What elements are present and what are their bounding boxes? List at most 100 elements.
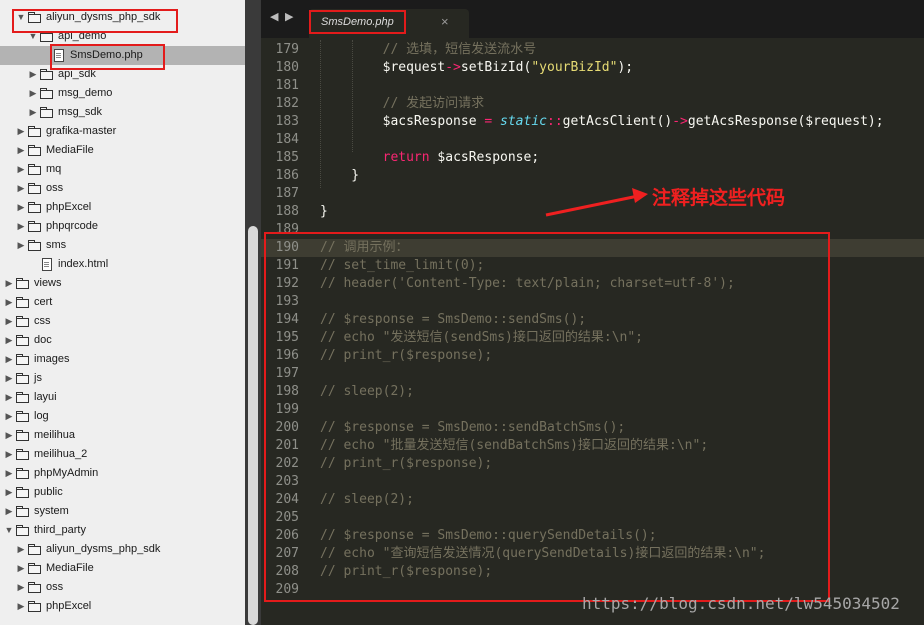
file-tree-folder[interactable]: ▶ log: [0, 407, 245, 426]
chevron-right-icon[interactable]: ▶: [16, 578, 26, 597]
chevron-down-icon[interactable]: ▼: [4, 521, 14, 540]
chevron-right-icon[interactable]: ▶: [16, 597, 26, 616]
chevron-right-icon[interactable]: ▶: [16, 198, 26, 217]
file-tree-label: cert: [34, 296, 53, 308]
file-tree-label: MediaFile: [46, 562, 94, 574]
file-tree-folder[interactable]: ▶ doc: [0, 331, 245, 350]
folder-icon: [16, 487, 29, 498]
chevron-right-icon[interactable]: ▶: [4, 464, 14, 483]
chevron-right-icon[interactable]: ▶: [4, 293, 14, 312]
file-tree-folder[interactable]: ▶ oss: [0, 578, 245, 597]
chevron-right-icon[interactable]: ▶: [16, 540, 26, 559]
file-tree-folder[interactable]: ▶ phpMyAdmin: [0, 464, 245, 483]
chevron-right-icon[interactable]: ▶: [4, 426, 14, 445]
folder-icon: [40, 69, 53, 80]
code-line[interactable]: 186 }: [261, 167, 924, 185]
folder-icon: [28, 240, 41, 251]
file-tree-folder[interactable]: ▶ cert: [0, 293, 245, 312]
file-tree-label: phpExcel: [46, 600, 92, 612]
chevron-right-icon[interactable]: ▶: [28, 103, 38, 122]
file-tree-label: msg_sdk: [58, 106, 103, 118]
folder-open-icon: [16, 525, 29, 536]
indent-guide: [320, 40, 321, 188]
chevron-right-icon[interactable]: ▶: [4, 388, 14, 407]
chevron-right-icon[interactable]: ▶: [16, 122, 26, 141]
chevron-right-icon[interactable]: ▶: [4, 312, 14, 331]
file-tree-folder[interactable]: ▶ meilihua_2: [0, 445, 245, 464]
file-tree-folder[interactable]: ▶ aliyun_dysms_php_sdk: [0, 540, 245, 559]
file-tree-label: aliyun_dysms_php_sdk: [46, 543, 161, 555]
file-tree-folder[interactable]: ▶ public: [0, 483, 245, 502]
file-tree-folder[interactable]: ▶ system: [0, 502, 245, 521]
file-tree-file[interactable]: index.html: [0, 255, 245, 274]
folder-icon: [16, 392, 29, 403]
file-tree-folder[interactable]: ▶ MediaFile: [0, 141, 245, 160]
file-tree-folder[interactable]: ▼ third_party: [0, 521, 245, 540]
file-tree-label: meilihua: [34, 429, 75, 441]
chevron-right-icon[interactable]: ▶: [28, 84, 38, 103]
file-tree-label: grafika-master: [46, 125, 117, 137]
file-tree-folder[interactable]: ▶ msg_demo: [0, 84, 245, 103]
folder-icon: [28, 601, 41, 612]
folder-icon: [16, 430, 29, 441]
file-tree-label: meilihua_2: [34, 448, 88, 460]
file-tree-folder[interactable]: ▶ meilihua: [0, 426, 245, 445]
chevron-right-icon[interactable]: ▶: [4, 445, 14, 464]
file-tree-folder[interactable]: ▶ grafika-master: [0, 122, 245, 141]
file-tree-folder[interactable]: ▶ layui: [0, 388, 245, 407]
file-tree-label: doc: [34, 334, 52, 346]
code-text: }: [320, 204, 328, 219]
code-line[interactable]: 181: [261, 77, 924, 95]
chevron-right-icon[interactable]: ▶: [4, 331, 14, 350]
line-number: 180: [275, 60, 299, 75]
annotation-arrow-icon: [545, 188, 648, 217]
chevron-right-icon[interactable]: ▶: [16, 179, 26, 198]
file-tree-folder[interactable]: ▶ msg_sdk: [0, 103, 245, 122]
file-tree-folder[interactable]: ▶ views: [0, 274, 245, 293]
file-tree-folder[interactable]: ▶ phpExcel: [0, 198, 245, 217]
folder-icon: [16, 278, 29, 289]
chevron-right-icon[interactable]: ▶: [4, 502, 14, 521]
chevron-right-icon[interactable]: ▶: [4, 350, 14, 369]
chevron-right-icon[interactable]: ▶: [28, 65, 38, 84]
sidebar-scrollbar-thumb[interactable]: [248, 226, 258, 625]
folder-icon: [16, 449, 29, 460]
code-line[interactable]: 184: [261, 131, 924, 149]
tab-close-icon[interactable]: ×: [441, 14, 449, 29]
file-tree-label: MediaFile: [46, 144, 94, 156]
file-tree-folder[interactable]: ▶ js: [0, 369, 245, 388]
code-text: }: [320, 168, 360, 183]
chevron-right-icon[interactable]: ▶: [16, 141, 26, 160]
folder-icon: [16, 506, 29, 517]
chevron-right-icon[interactable]: ▶: [16, 217, 26, 236]
code-line[interactable]: 185 return $acsResponse;: [261, 149, 924, 167]
file-tree-label: phpMyAdmin: [34, 467, 99, 479]
code-text: // 发起访问请求: [320, 96, 485, 111]
file-tree-folder[interactable]: ▶ phpqrcode: [0, 217, 245, 236]
nav-forward-icon[interactable]: ▶: [285, 10, 293, 23]
folder-icon: [16, 411, 29, 422]
chevron-right-icon[interactable]: ▶: [4, 407, 14, 426]
nav-back-icon[interactable]: ◀: [270, 10, 278, 23]
file-tree-folder[interactable]: ▶ mq: [0, 160, 245, 179]
file-tree-folder[interactable]: ▶ css: [0, 312, 245, 331]
line-number: 186: [275, 168, 299, 183]
file-tree-folder[interactable]: ▶ sms: [0, 236, 245, 255]
folder-icon: [28, 544, 41, 555]
file-tree-folder[interactable]: ▶ MediaFile: [0, 559, 245, 578]
folder-icon: [28, 164, 41, 175]
code-line[interactable]: 183 $acsResponse = static::getAcsClient(…: [261, 113, 924, 131]
code-line[interactable]: 179 // 选填，短信发送流水号: [261, 41, 924, 59]
file-tree-label: public: [34, 486, 63, 498]
code-line[interactable]: 182 // 发起访问请求: [261, 95, 924, 113]
file-tree-folder[interactable]: ▶ oss: [0, 179, 245, 198]
chevron-right-icon[interactable]: ▶: [16, 236, 26, 255]
file-tree-folder[interactable]: ▶ phpExcel: [0, 597, 245, 616]
chevron-right-icon[interactable]: ▶: [16, 559, 26, 578]
chevron-right-icon[interactable]: ▶: [4, 274, 14, 293]
file-tree-folder[interactable]: ▶ images: [0, 350, 245, 369]
code-line[interactable]: 180 $request->setBizId("yourBizId");: [261, 59, 924, 77]
chevron-right-icon[interactable]: ▶: [4, 369, 14, 388]
chevron-right-icon[interactable]: ▶: [16, 160, 26, 179]
chevron-right-icon[interactable]: ▶: [4, 483, 14, 502]
